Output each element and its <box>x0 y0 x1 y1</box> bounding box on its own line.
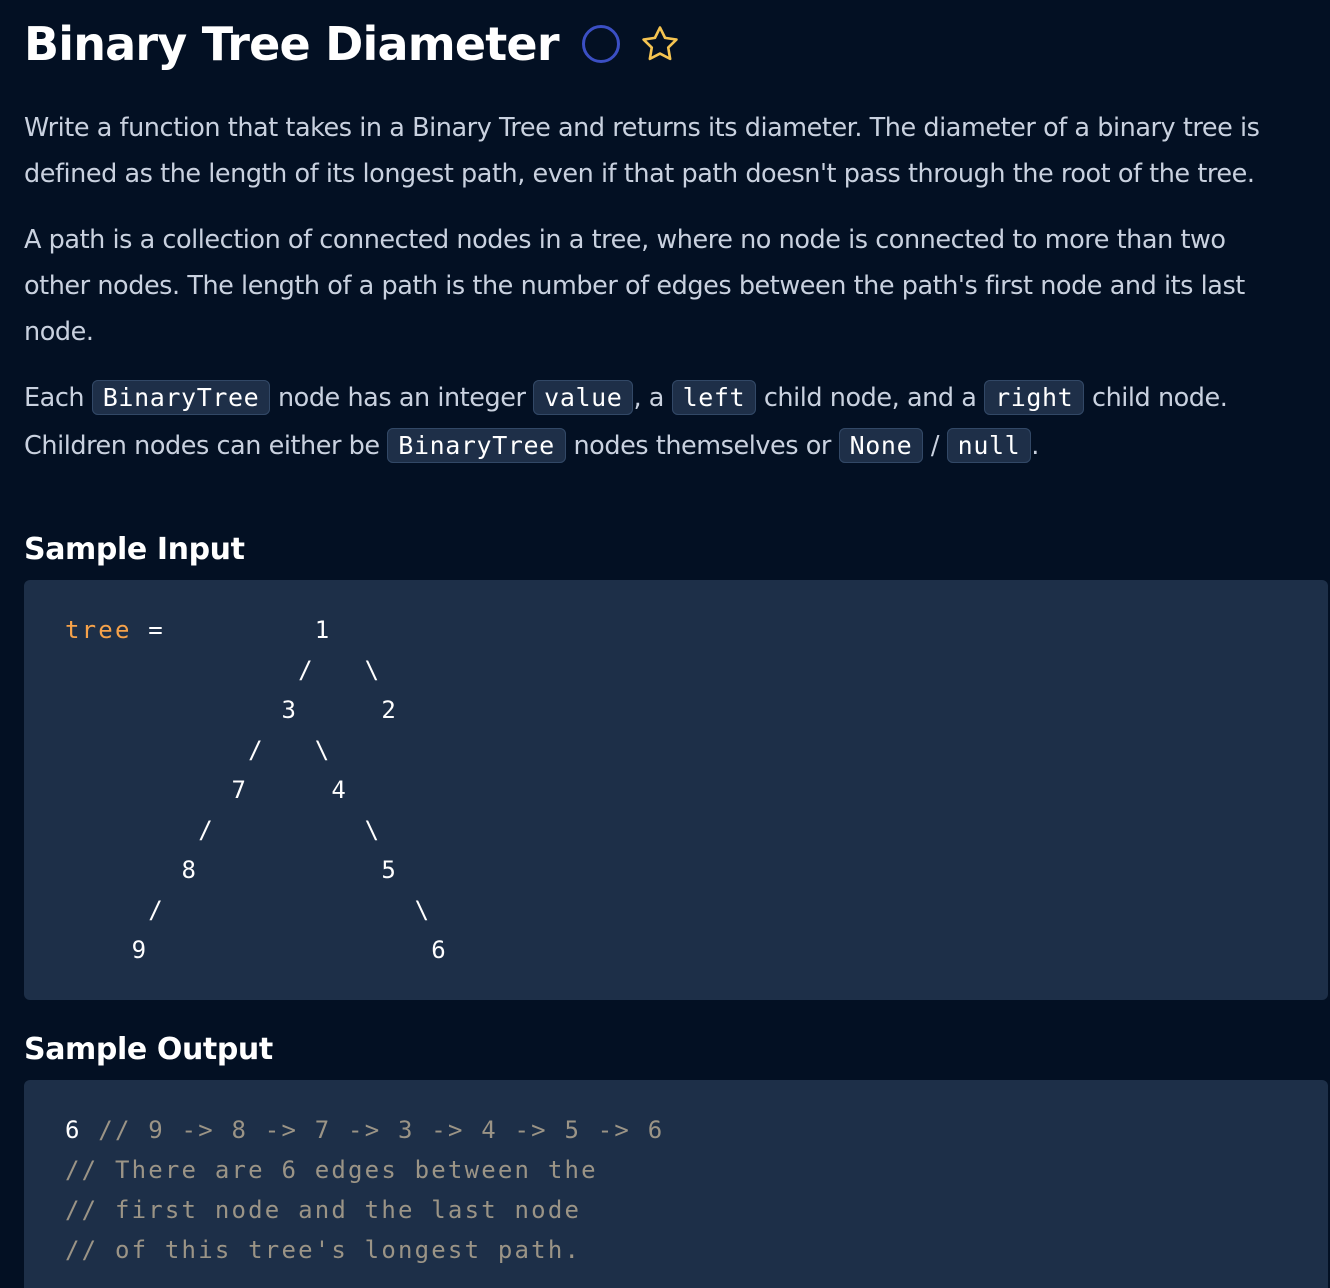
text-line: other nodes. The length of a path is the… <box>24 271 1245 301</box>
text-line: Each BinaryTree node has an integer valu… <box>24 374 1330 422</box>
code-line: / \ <box>65 736 332 764</box>
text-fragment: Children nodes can either be <box>24 431 388 461</box>
text-line: node. <box>24 317 94 347</box>
code-line: 7 4 <box>65 776 349 804</box>
text-fragment: Each <box>24 383 92 413</box>
code-comment: // 9 -> 8 -> 7 -> 3 -> 4 -> 5 -> 6 <box>81 1116 665 1144</box>
sample-input-heading: Sample Input <box>24 532 245 567</box>
code-comment: // first node and the last node <box>65 1196 582 1224</box>
title-row: Binary Tree Diameter <box>24 14 681 74</box>
code-variable: tree <box>65 616 132 644</box>
text-line: defined as the length of its longest pat… <box>24 159 1255 189</box>
code-comment: // There are 6 edges between the <box>65 1156 598 1184</box>
inline-code-left: left <box>671 380 757 415</box>
text-fragment: nodes themselves or <box>565 431 839 461</box>
code-comment: // of this tree's longest path. <box>65 1236 582 1264</box>
code-line: / \ <box>65 816 382 844</box>
inline-code-none: None <box>838 428 924 463</box>
sample-output-code: 6 // 9 -> 8 -> 7 -> 3 -> 4 -> 5 -> 6 // … <box>65 1110 664 1270</box>
description-paragraph-2: A path is a collection of connected node… <box>24 217 1330 355</box>
sample-output-heading: Sample Output <box>24 1032 273 1067</box>
sample-input-code-block: tree = 1 / \ 3 2 / \ 7 4 / \ 8 5 / \ 9 6 <box>24 580 1328 1000</box>
description-paragraph-3: Each BinaryTree node has an integer valu… <box>24 374 1330 470</box>
description-paragraph-1: Write a function that takes in a Binary … <box>24 105 1330 197</box>
code-line: 8 5 <box>65 856 398 884</box>
sample-output-code-block: 6 // 9 -> 8 -> 7 -> 3 -> 4 -> 5 -> 6 // … <box>24 1080 1328 1288</box>
inline-code-binarytree: BinaryTree <box>91 380 271 415</box>
code-line: = 1 <box>131 616 332 644</box>
circle-outline-icon[interactable] <box>581 24 621 64</box>
inline-code-null: null <box>946 428 1032 463</box>
code-line: / \ <box>65 656 382 684</box>
inline-code-right: right <box>984 380 1085 415</box>
inline-code-binarytree: BinaryTree <box>387 428 566 463</box>
text-fragment: child node. <box>1084 383 1228 413</box>
code-line: / \ <box>65 896 432 924</box>
sample-input-code: tree = 1 / \ 3 2 / \ 7 4 / \ 8 5 / \ 9 6 <box>65 610 448 970</box>
text-line: Children nodes can either be BinaryTree … <box>24 422 1330 470</box>
text-line: A path is a collection of connected node… <box>24 225 1226 255</box>
text-fragment: , a <box>633 383 672 413</box>
code-line: 9 6 <box>65 936 448 964</box>
text-fragment: child node, and a <box>756 383 985 413</box>
inline-code-value: value <box>533 380 634 415</box>
star-outline-icon[interactable] <box>639 23 681 65</box>
text-line: Write a function that takes in a Binary … <box>24 113 1260 143</box>
text-fragment: / <box>923 431 947 461</box>
code-line: 3 2 <box>65 696 398 724</box>
text-fragment: . <box>1031 431 1039 461</box>
page-title: Binary Tree Diameter <box>24 17 560 71</box>
code-result: 6 <box>65 1116 82 1144</box>
text-fragment: node has an integer <box>270 383 534 413</box>
